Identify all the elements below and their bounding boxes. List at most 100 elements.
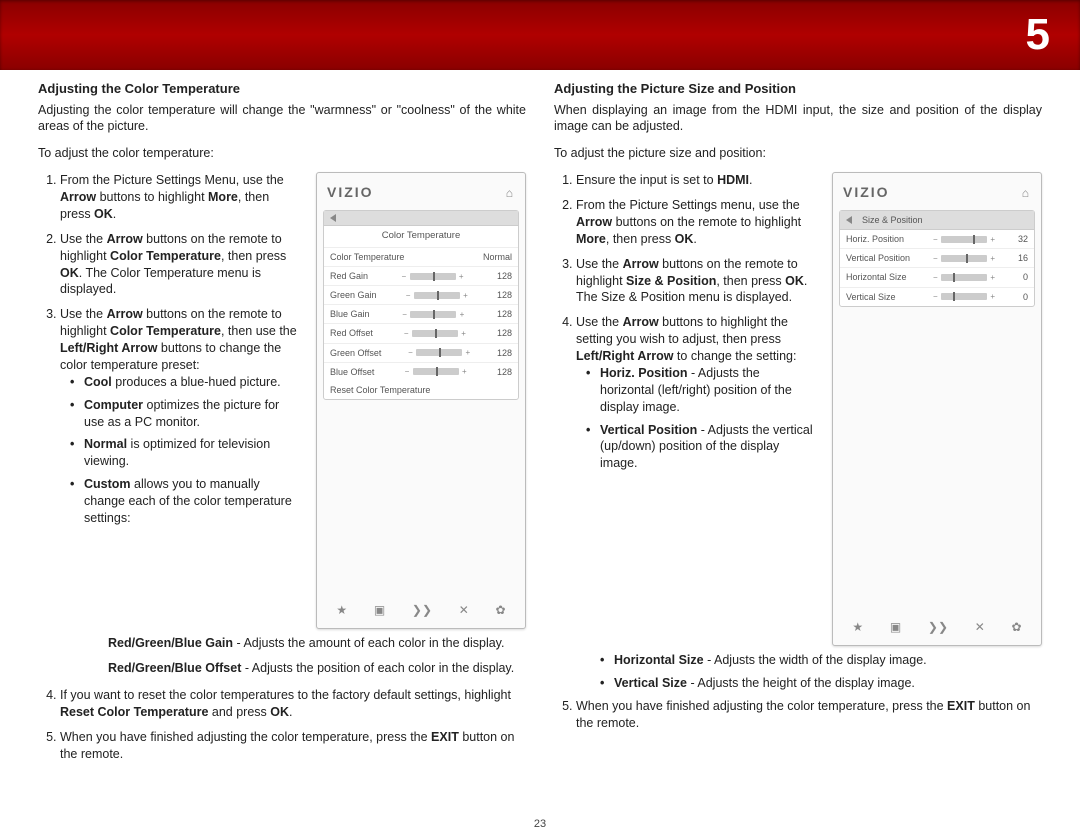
mock-row: Color Temperature Normal — [324, 248, 518, 267]
mock-row-label: Color Temperature — [330, 251, 404, 263]
section-title: Adjusting the Picture Size and Position — [554, 80, 1042, 98]
page-content: Adjusting the Color Temperature Adjustin… — [38, 80, 1042, 814]
gear-icon: ✿ — [496, 602, 506, 618]
sub-offset: Red/Green/Blue Offset - Adjusts the posi… — [38, 660, 526, 677]
mock-row-value: 0 — [1010, 271, 1028, 283]
mock-title-row: Size & Position — [840, 211, 1034, 230]
mock-row-value: 128 — [497, 308, 512, 320]
mock-row-value: 128 — [497, 289, 512, 301]
mock-row-label: Red Gain — [330, 270, 368, 282]
mock-row-label: Green Gain — [330, 289, 377, 301]
mock-row-value: 0 — [1010, 291, 1028, 303]
chapter-header-bar: 5 — [0, 0, 1080, 70]
bullet-hsize: Horizontal Size - Adjusts the width of t… — [604, 652, 1042, 669]
step-3: Use the Arrow buttons on the remote to h… — [60, 306, 298, 527]
mock-menu: Size & Position Horiz. Position 32 Vertica… — [839, 210, 1035, 307]
step-1: From the Picture Settings Menu, use the … — [60, 172, 298, 223]
section-title: Adjusting the Color Temperature — [38, 80, 526, 98]
slider-icon — [941, 236, 987, 243]
slider-icon — [941, 293, 987, 300]
pip-icon: ▣ — [890, 619, 901, 635]
slider-icon — [410, 311, 456, 318]
bullet-custom: Custom allows you to manually change eac… — [74, 476, 298, 527]
back-icon — [330, 214, 336, 222]
mock-panel-size-position: VIZIO ⌂ Size & Position Horiz. Position 3… — [832, 172, 1042, 646]
step-4: If you want to reset the color temperatu… — [60, 687, 526, 721]
slider-icon — [412, 330, 458, 337]
mock-row-value: 128 — [497, 327, 512, 339]
step-2: From the Picture Settings menu, use the … — [576, 197, 814, 248]
steps-cont: If you want to reset the color temperatu… — [38, 687, 526, 763]
mock-row-label: Blue Gain — [330, 308, 370, 320]
left-column: Adjusting the Color Temperature Adjustin… — [38, 80, 526, 814]
mock-row-value: 128 — [497, 366, 512, 378]
star-icon: ★ — [852, 619, 863, 635]
mock-row: Horiz. Position 32 — [840, 230, 1034, 249]
step-5: When you have finished adjusting the col… — [576, 698, 1042, 732]
mock-row-label: Blue Offset — [330, 366, 374, 378]
mock-row: Horizontal Size 0 — [840, 268, 1034, 287]
wide-icon: ❯❯ — [412, 602, 432, 618]
step-5: When you have finished adjusting the col… — [60, 729, 526, 763]
lead-para: To adjust the color temperature: — [38, 145, 526, 162]
star-icon: ★ — [336, 602, 347, 618]
home-icon: ⌂ — [506, 185, 515, 201]
bullet-computer: Computer optimizes the picture for use a… — [74, 397, 298, 431]
mock-row-label: Vertical Position — [846, 252, 918, 264]
steps-list: Ensure the input is set to HDMI. From th… — [554, 172, 814, 472]
slider-icon — [941, 255, 987, 262]
home-icon: ⌂ — [1022, 185, 1031, 201]
mock-row: Blue Offset 128 — [324, 363, 518, 381]
mock-row: Vertical Size 0 — [840, 288, 1034, 306]
slider-icon — [941, 274, 987, 281]
mock-brand-label: VIZIO — [327, 183, 374, 202]
intro-para: When displaying an image from the HDMI i… — [554, 102, 1042, 136]
bullet-vsize: Vertical Size - Adjusts the height of th… — [604, 675, 1042, 692]
pip-icon: ▣ — [374, 602, 385, 618]
wide-icon: ❯❯ — [928, 619, 948, 635]
mock-panel-color-temperature: VIZIO ⌂ Color Temperature Color Temperat… — [316, 172, 526, 629]
mock-menu-title: Color Temperature — [324, 226, 518, 248]
bullet-vpos: Vertical Position - Adjusts the vertical… — [590, 422, 814, 473]
back-icon — [846, 216, 852, 224]
mock-row-value: Normal — [483, 251, 512, 263]
steps-cont: When you have finished adjusting the col… — [554, 698, 1042, 732]
mock-brand-label: VIZIO — [843, 183, 890, 202]
mock-row-label: Horiz. Position — [846, 233, 918, 245]
mock-row-label: Green Offset — [330, 347, 381, 359]
gear-icon: ✿ — [1012, 619, 1022, 635]
mock-row: Blue Gain 128 — [324, 305, 518, 324]
slider-icon — [414, 292, 460, 299]
mock-row-label: Red Offset — [330, 327, 373, 339]
lead-para: To adjust the picture size and position: — [554, 145, 1042, 162]
mock-row: Green Offset 128 — [324, 344, 518, 363]
bullet-cool: Cool produces a blue-hued picture. — [74, 374, 298, 391]
mock-row-value: 128 — [497, 347, 512, 359]
mock-reset-row: Reset Color Temperature — [324, 381, 518, 399]
x-icon: ✕ — [975, 619, 985, 635]
mock-row: Vertical Position 16 — [840, 249, 1034, 268]
slider-icon — [413, 368, 459, 375]
sub-gain: Red/Green/Blue Gain - Adjusts the amount… — [38, 635, 526, 652]
bullet-normal: Normal is optimized for television viewi… — [74, 436, 298, 470]
mock-back-row — [324, 211, 518, 226]
steps-list: From the Picture Settings Menu, use the … — [38, 172, 298, 527]
mock-menu: Color Temperature Color Temperature Norma… — [323, 210, 519, 400]
intro-para: Adjusting the color temperature will cha… — [38, 102, 526, 136]
chapter-number: 5 — [1026, 10, 1050, 60]
step-2: Use the Arrow buttons on the remote to h… — [60, 231, 298, 299]
step-1: Ensure the input is set to HDMI. — [576, 172, 814, 189]
mock-row-value: 16 — [1010, 252, 1028, 264]
right-column: Adjusting the Picture Size and Position … — [554, 80, 1042, 814]
mock-row: Red Gain128 — [324, 267, 518, 286]
slider-icon — [416, 349, 462, 356]
step-4: Use the Arrow buttons to highlight the s… — [576, 314, 814, 472]
mock-row: Green Gain 128 — [324, 286, 518, 305]
page-number: 23 — [534, 818, 546, 830]
bullet-hpos: Horiz. Position - Adjusts the horizontal… — [590, 365, 814, 416]
mock-row-label: Vertical Size — [846, 291, 918, 303]
mock-row-label: Horizontal Size — [846, 271, 918, 283]
mock-row: Red Offset 128 — [324, 324, 518, 343]
mock-row-value: 32 — [1010, 233, 1028, 245]
mock-footer-icons: ★ ▣ ❯❯ ✕ ✿ — [839, 607, 1035, 635]
